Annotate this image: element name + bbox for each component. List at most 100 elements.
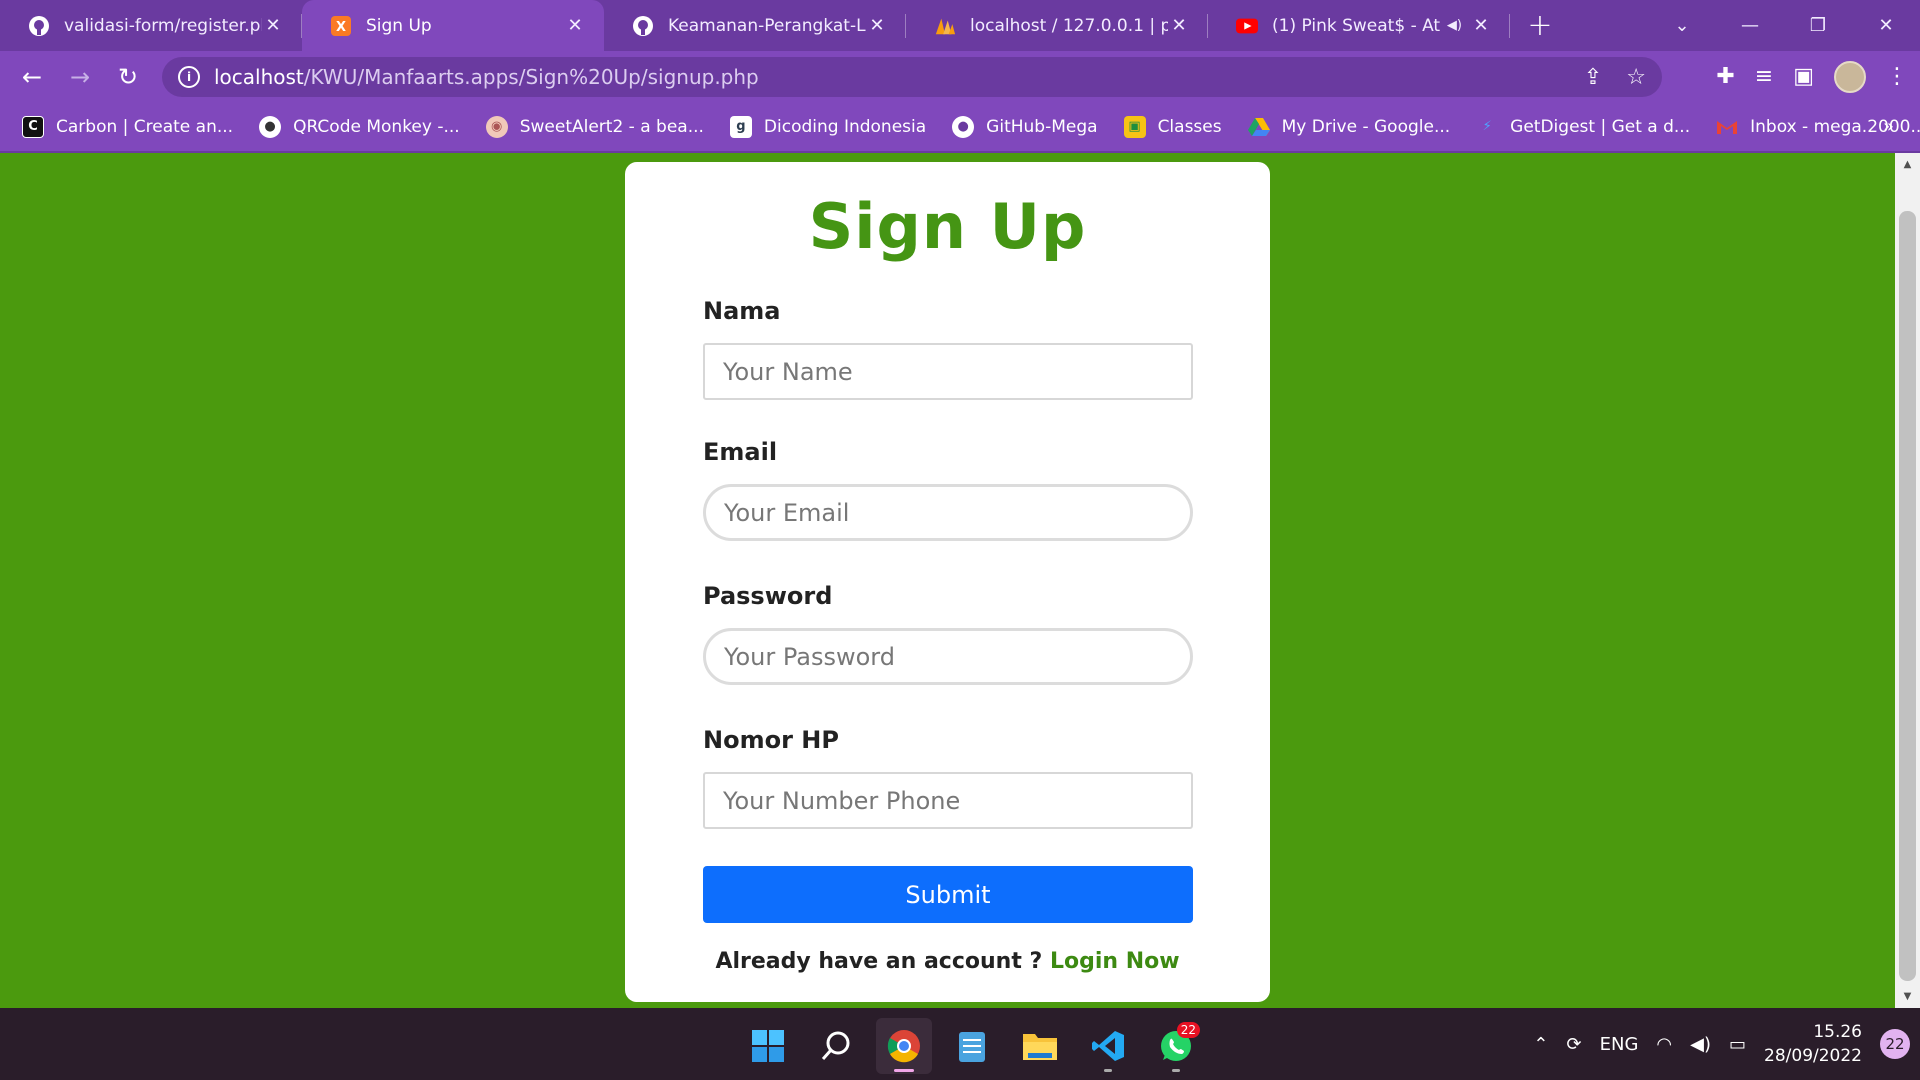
wifi-icon[interactable]: ◠ <box>1656 1034 1672 1055</box>
vscode-icon[interactable] <box>1080 1018 1136 1074</box>
name-input[interactable] <box>703 343 1193 400</box>
tab-search-icon[interactable]: ⌄ <box>1648 15 1716 36</box>
close-icon[interactable]: ✕ <box>1470 15 1492 36</box>
reload-button[interactable]: ↻ <box>104 57 152 97</box>
forward-button[interactable]: → <box>56 57 104 97</box>
language-indicator[interactable]: ENG <box>1600 1034 1639 1055</box>
github-icon: ● <box>952 115 975 138</box>
tab-keamanan[interactable]: Keamanan-Perangkat-Lun ✕ <box>604 0 906 51</box>
profile-avatar[interactable] <box>1834 60 1866 93</box>
email-input[interactable] <box>703 484 1193 541</box>
system-tray: ⌃ ⟳ ENG ◠ ◀) ▭ 15.26 28/09/2022 22 <box>1533 1008 1910 1080</box>
url-path: /KWU/Manfaarts.apps/Sign%20Up/signup.php <box>303 65 759 89</box>
whatsapp-badge: 22 <box>1176 1022 1200 1038</box>
password-field-group: Password <box>703 582 1193 685</box>
dicoding-icon: g <box>729 115 752 138</box>
clock-time: 15.26 <box>1813 1022 1862 1042</box>
bookmark-label: QRCode Monkey -... <box>293 116 460 137</box>
window-controls: ⌄ — ❐ ✕ <box>1648 0 1920 51</box>
speaker-icon[interactable]: ◀) <box>1447 18 1462 33</box>
close-window-icon[interactable]: ✕ <box>1852 15 1920 36</box>
taskbar-apps: 22 <box>740 1018 1204 1074</box>
sync-icon[interactable]: ⟳ <box>1567 1034 1582 1055</box>
xampp-icon: X <box>330 15 352 37</box>
running-indicator <box>1104 1069 1112 1072</box>
media-queue-icon[interactable]: ≡ <box>1755 64 1773 89</box>
github-icon <box>632 15 654 37</box>
new-tab-button[interactable]: + <box>1510 0 1570 51</box>
clock-date: 28/09/2022 <box>1764 1046 1862 1066</box>
bookmark-getdigest[interactable]: ⚡ GetDigest | Get a d... <box>1476 116 1691 138</box>
site-info-icon[interactable]: i <box>178 66 200 88</box>
bookmark-sweetalert[interactable]: ◉ SweetAlert2 - a bea... <box>485 115 704 138</box>
running-indicator <box>1172 1069 1180 1072</box>
side-panel-icon[interactable]: ▣ <box>1793 64 1814 89</box>
share-icon[interactable]: ⇪ <box>1584 65 1602 90</box>
bookmark-qrcode-monkey[interactable]: ● QRCode Monkey -... <box>259 115 460 138</box>
search-icon[interactable] <box>808 1018 864 1074</box>
chevron-up-icon[interactable]: ⌃ <box>1533 1034 1548 1055</box>
tab-validasi-form[interactable]: validasi-form/register.php ✕ <box>0 0 302 51</box>
bookmark-classes[interactable]: ▣ Classes <box>1123 115 1222 138</box>
chrome-icon[interactable] <box>876 1018 932 1074</box>
phone-field-group: Nomor HP <box>703 726 1193 829</box>
bookmark-label: Carbon | Create an... <box>56 116 234 137</box>
tab-youtube[interactable]: (1) Pink Sweat$ - At M ◀) ✕ <box>1208 0 1510 51</box>
bookmark-google-drive[interactable]: My Drive - Google... <box>1247 116 1450 138</box>
tab-phpmyadmin[interactable]: localhost / 127.0.0.1 | php ✕ <box>906 0 1208 51</box>
more-bookmarks-icon[interactable]: » <box>1883 116 1894 137</box>
tab-separator <box>1509 14 1510 38</box>
bookmark-star-icon[interactable]: ☆ <box>1626 65 1646 90</box>
windows-start-icon[interactable] <box>740 1018 796 1074</box>
classroom-icon: ▣ <box>1123 115 1146 138</box>
notepad-icon[interactable] <box>944 1018 1000 1074</box>
vertical-scrollbar[interactable]: ▲ ▼ <box>1895 153 1920 1008</box>
scroll-up-icon[interactable]: ▲ <box>1895 159 1920 170</box>
active-indicator <box>894 1069 914 1072</box>
whatsapp-icon[interactable]: 22 <box>1148 1018 1204 1074</box>
tab-title: localhost / 127.0.0.1 | php <box>970 15 1168 36</box>
extensions-icon[interactable]: ✚ <box>1716 64 1734 89</box>
phpmyadmin-icon <box>934 15 956 37</box>
tab-sign-up[interactable]: X Sign Up ✕ <box>302 0 604 51</box>
clock[interactable]: 15.26 28/09/2022 <box>1764 1020 1862 1068</box>
name-label: Nama <box>703 297 781 325</box>
restore-icon[interactable]: ❐ <box>1784 15 1852 36</box>
minimize-icon[interactable]: — <box>1716 15 1784 36</box>
close-icon[interactable]: ✕ <box>262 15 284 36</box>
page-title: Sign Up <box>808 190 1087 263</box>
bookmark-dicoding[interactable]: g Dicoding Indonesia <box>729 115 927 138</box>
login-now-link[interactable]: Login Now <box>1050 949 1180 974</box>
svg-text:X: X <box>336 20 346 35</box>
file-explorer-icon[interactable] <box>1012 1018 1068 1074</box>
password-input[interactable] <box>703 628 1193 685</box>
bookmark-carbon[interactable]: C Carbon | Create an... <box>22 115 234 138</box>
login-prompt: Already have an account ? Login Now <box>625 949 1270 974</box>
getdigest-icon: ⚡ <box>1482 119 1492 134</box>
submit-button[interactable]: Submit <box>703 866 1193 923</box>
bookmark-label: Inbox - mega.2000... <box>1750 116 1920 137</box>
tab-title: Sign Up <box>366 15 432 36</box>
battery-icon[interactable]: ▭ <box>1729 1034 1746 1055</box>
menu-kebab-icon[interactable]: ⋮ <box>1886 64 1908 89</box>
bookmark-github-mega[interactable]: ● GitHub-Mega <box>952 115 1098 138</box>
browser-toolbar: ← → ↻ i localhost/KWU/Manfaarts.apps/Sig… <box>0 51 1920 102</box>
back-button[interactable]: ← <box>8 57 56 97</box>
close-icon[interactable]: ✕ <box>866 15 888 36</box>
address-bar[interactable]: i localhost/KWU/Manfaarts.apps/Sign%20Up… <box>162 57 1662 97</box>
github-icon <box>28 15 50 37</box>
close-icon[interactable]: ✕ <box>564 15 586 36</box>
qrcode-monkey-icon: ● <box>259 115 282 138</box>
youtube-icon <box>1236 15 1258 37</box>
bookmarks-bar: C Carbon | Create an... ● QRCode Monkey … <box>0 102 1920 153</box>
notification-badge[interactable]: 22 <box>1880 1029 1910 1059</box>
phone-input[interactable] <box>703 772 1193 829</box>
volume-icon[interactable]: ◀) <box>1690 1034 1711 1055</box>
scroll-down-icon[interactable]: ▼ <box>1895 991 1920 1002</box>
close-icon[interactable]: ✕ <box>1168 15 1190 36</box>
bookmark-label: Dicoding Indonesia <box>763 116 927 137</box>
url-text[interactable]: localhost/KWU/Manfaarts.apps/Sign%20Up/s… <box>214 65 1584 89</box>
phone-label: Nomor HP <box>703 726 839 754</box>
scrollbar-thumb[interactable] <box>1899 211 1916 981</box>
email-label: Email <box>703 438 778 466</box>
